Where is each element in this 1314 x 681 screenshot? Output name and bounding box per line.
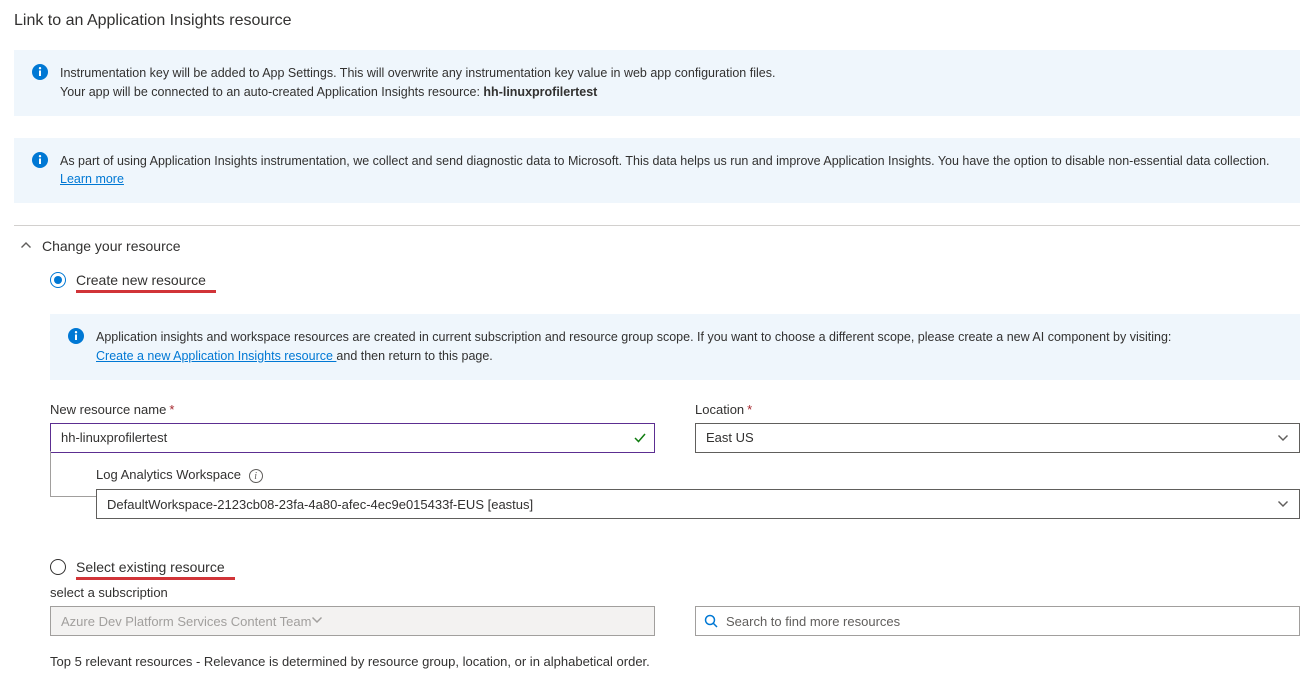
radio-create-new[interactable]: Create new resource: [50, 272, 1300, 288]
info-banner-diagnostics: As part of using Application Insights in…: [14, 138, 1300, 204]
subscription-value: Azure Dev Platform Services Content Team: [61, 614, 311, 629]
workspace-value: DefaultWorkspace-2123cb08-23fa-4a80-afec…: [107, 497, 533, 512]
chevron-down-icon: [1277, 432, 1289, 444]
radio-select-existing[interactable]: Select existing resource: [50, 559, 1300, 575]
create-ai-resource-link[interactable]: Create a new Application Insights resour…: [96, 349, 336, 363]
info-text: and then return to this page.: [336, 349, 492, 363]
banner-resource-name: hh-linuxprofilertest: [483, 85, 597, 99]
radio-input-checked[interactable]: [50, 272, 66, 288]
chevron-up-icon: [20, 238, 32, 254]
label-workspace: Log Analytics Workspace i: [96, 467, 1300, 484]
label-location: Location*: [695, 402, 1300, 417]
banner-text: Your app will be connected to an auto-cr…: [60, 85, 483, 99]
learn-more-link[interactable]: Learn more: [60, 172, 124, 186]
info-banner-scope: Application insights and workspace resou…: [50, 314, 1300, 380]
info-icon: [32, 152, 48, 174]
page-title: Link to an Application Insights resource: [14, 12, 1300, 30]
chevron-down-icon: [1277, 498, 1289, 510]
section-title: Change your resource: [42, 238, 181, 254]
info-banner-instrumentation: Instrumentation key will be added to App…: [14, 50, 1300, 116]
footnote-text: Top 5 relevant resources - Relevance is …: [50, 654, 1300, 669]
info-icon: [32, 64, 48, 86]
label-new-resource-name: New resource name*: [50, 402, 655, 417]
label-select-subscription: select a subscription: [50, 585, 1300, 600]
location-value: East US: [706, 430, 754, 445]
resource-search-input[interactable]: Search to find more resources: [695, 606, 1300, 636]
radio-label: Select existing resource: [76, 559, 225, 575]
search-icon: [704, 614, 718, 628]
radio-label: Create new resource: [76, 272, 206, 288]
new-resource-name-input[interactable]: [50, 423, 655, 453]
search-placeholder: Search to find more resources: [726, 614, 900, 629]
subscription-select-disabled: Azure Dev Platform Services Content Team: [50, 606, 655, 636]
checkmark-icon: [633, 431, 647, 445]
info-icon: [68, 328, 84, 350]
banner-text: Instrumentation key will be added to App…: [60, 66, 775, 80]
info-icon[interactable]: i: [249, 469, 263, 483]
workspace-select[interactable]: DefaultWorkspace-2123cb08-23fa-4a80-afec…: [96, 489, 1300, 519]
location-select[interactable]: East US: [695, 423, 1300, 453]
banner-text: As part of using Application Insights in…: [60, 154, 1270, 168]
section-toggle-change-resource[interactable]: Change your resource: [14, 226, 1300, 272]
info-text: Application insights and workspace resou…: [96, 330, 1171, 344]
chevron-down-icon: [311, 614, 323, 629]
tree-connector: [50, 451, 96, 497]
radio-input-unchecked[interactable]: [50, 559, 66, 575]
